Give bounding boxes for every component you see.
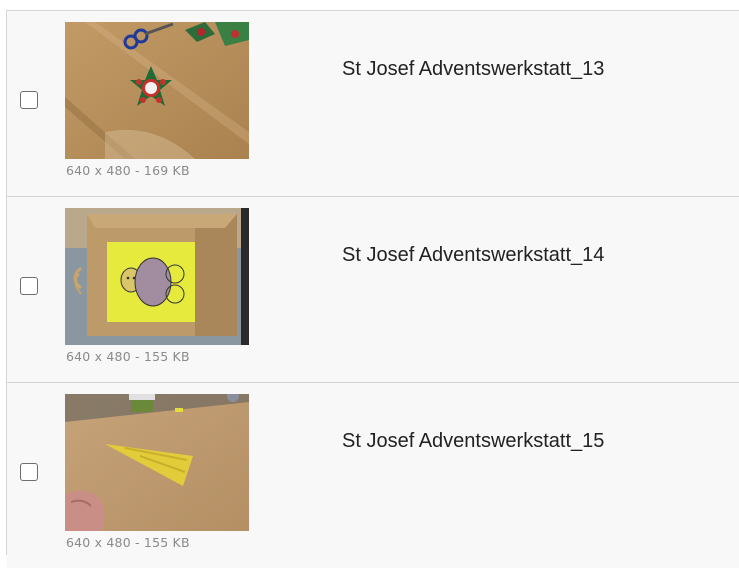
file-row[interactable]: 640 x 480 - 155 KB St Josef Adventswerks… [7,196,739,382]
select-checkbox[interactable] [20,463,38,481]
file-thumbnail[interactable] [65,208,249,345]
file-row[interactable]: 640 x 480 - 169 KB St Josef Adventswerks… [7,10,739,196]
file-dimensions-size: 640 x 480 - 155 KB [66,349,190,364]
file-thumbnail[interactable] [65,394,249,531]
file-dimensions-size: 640 x 480 - 169 KB [66,163,190,178]
file-title[interactable]: St Josef Adventswerkstatt_15 [342,430,604,453]
file-row[interactable]: 640 x 480 - 155 KB St Josef Adventswerks… [7,382,739,568]
file-list: 640 x 480 - 169 KB St Josef Adventswerks… [6,10,739,568]
file-thumbnail[interactable] [65,22,249,159]
file-dimensions-size: 640 x 480 - 155 KB [66,535,190,550]
file-title[interactable]: St Josef Adventswerkstatt_14 [342,244,604,267]
select-checkbox[interactable] [20,91,38,109]
file-title[interactable]: St Josef Adventswerkstatt_13 [342,58,604,81]
select-checkbox[interactable] [20,277,38,295]
